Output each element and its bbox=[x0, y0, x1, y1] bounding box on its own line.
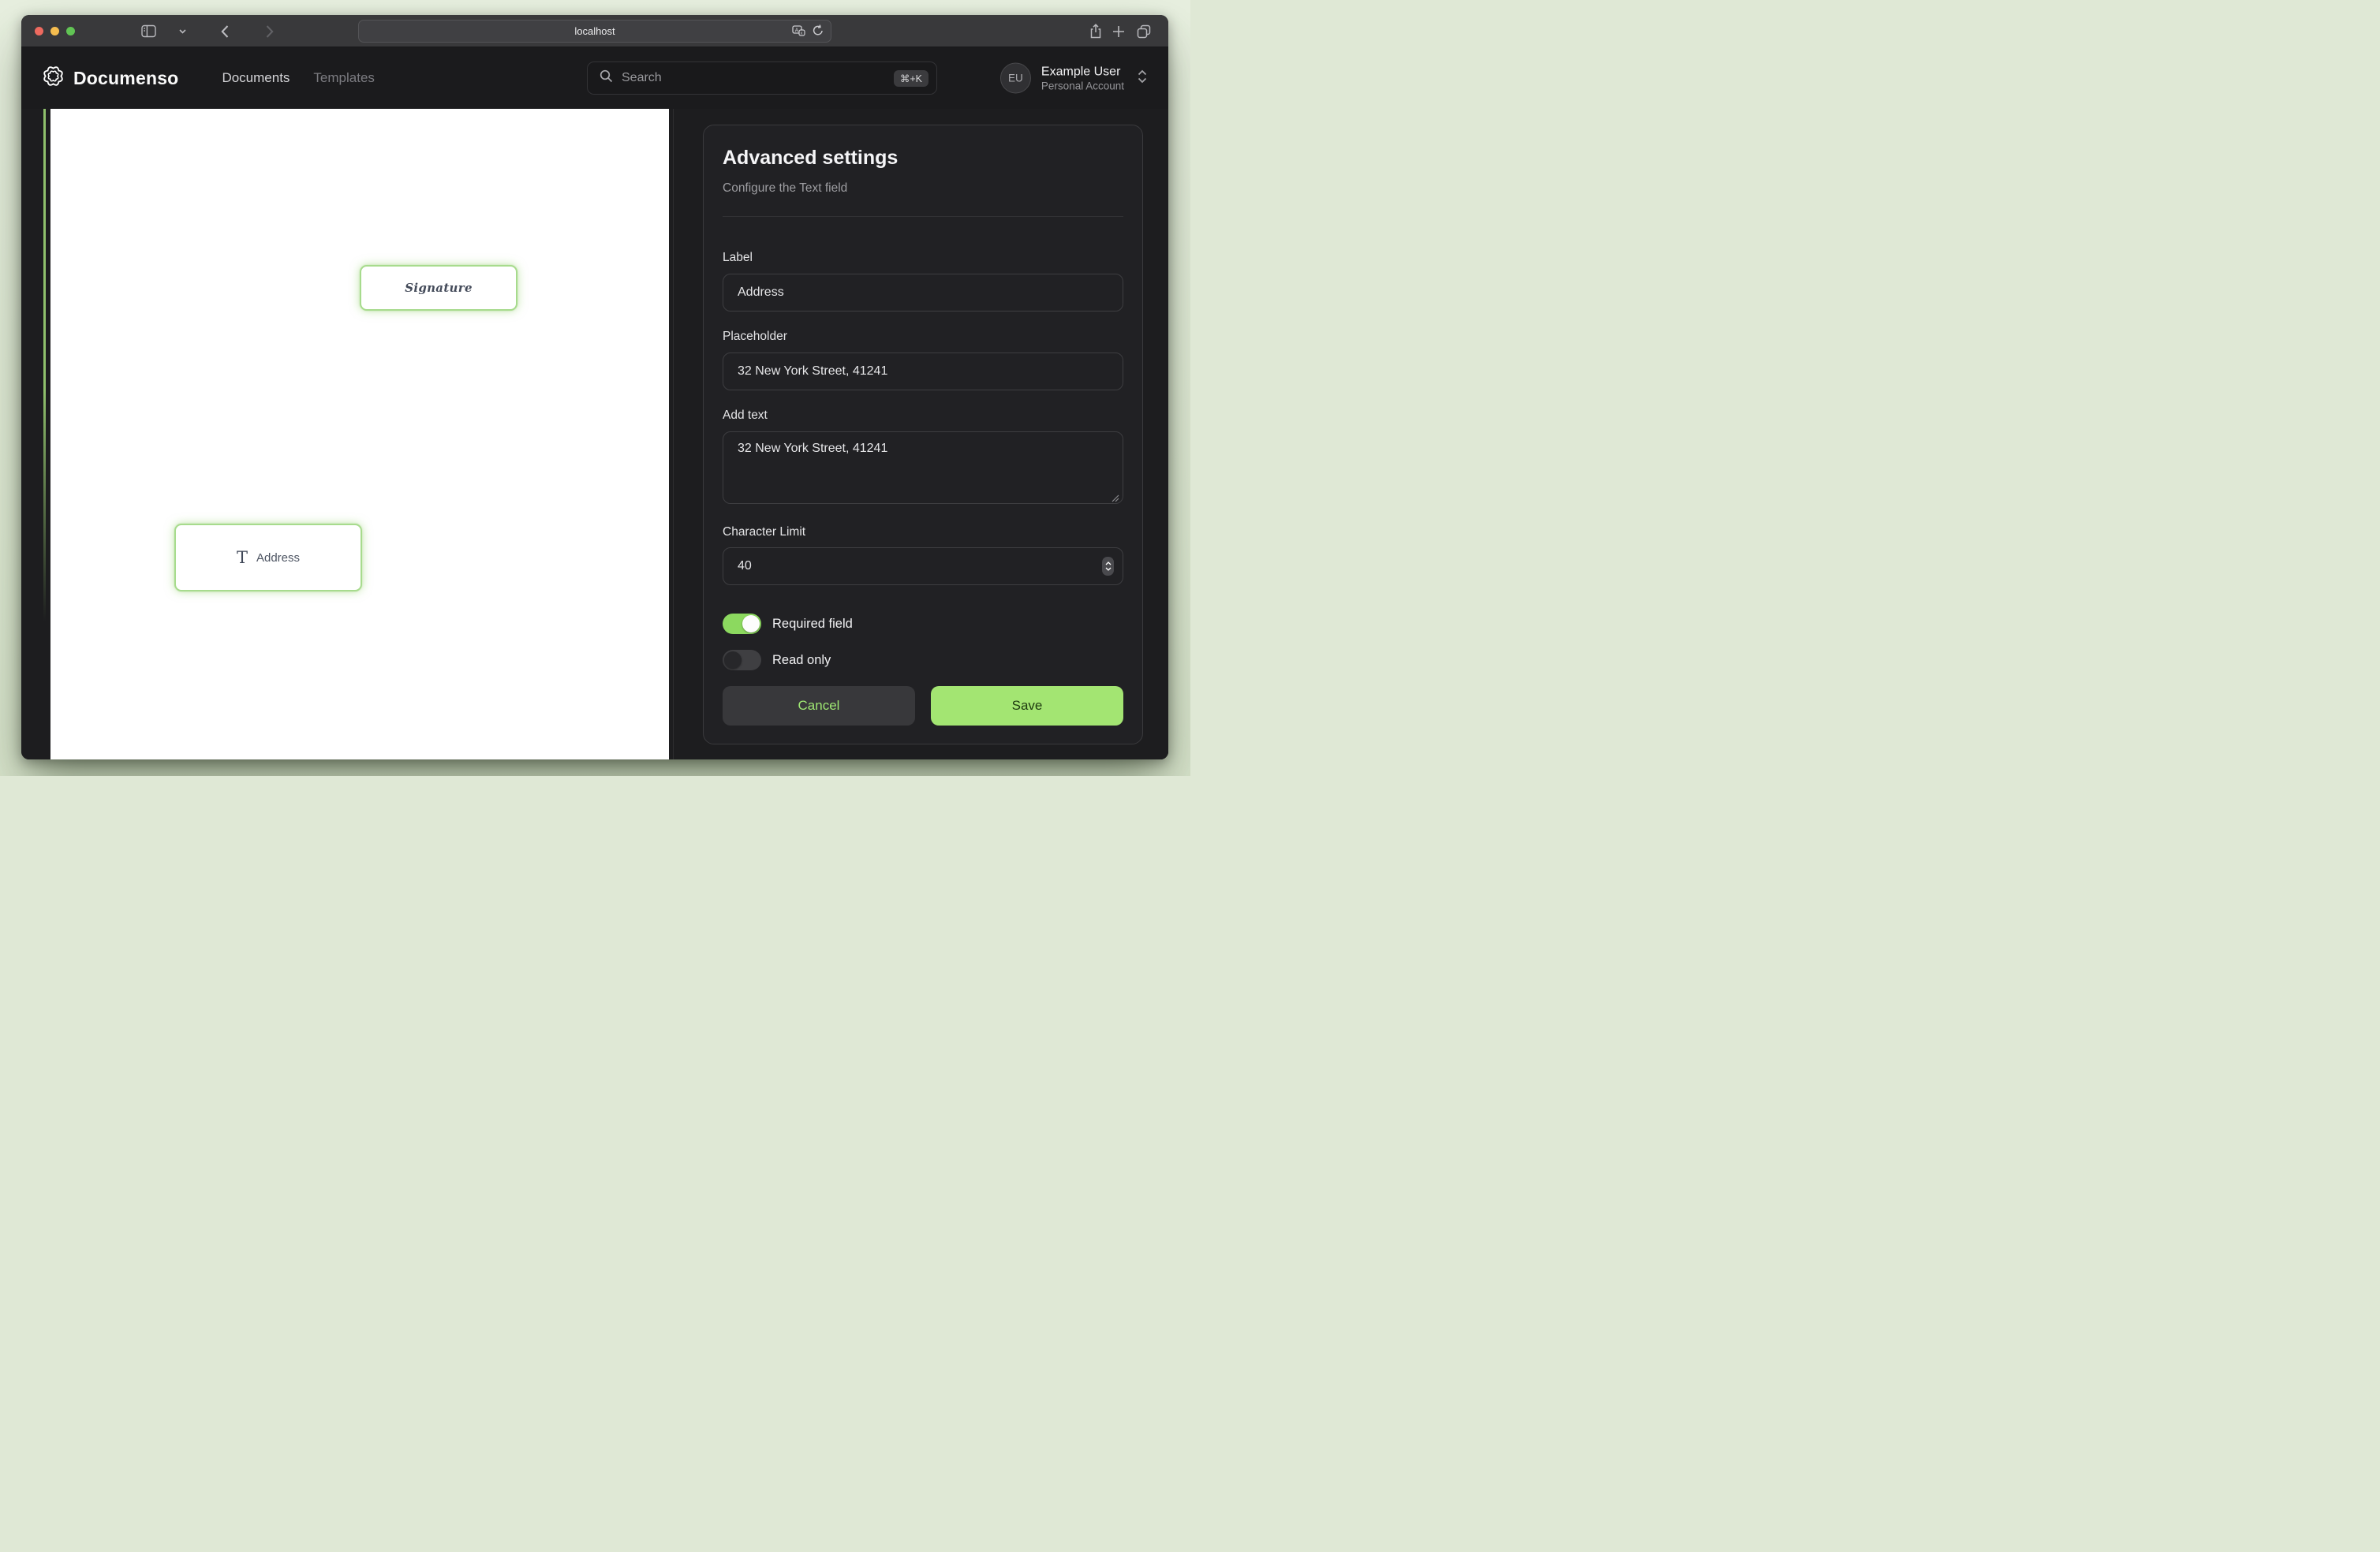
character-limit-label: Character Limit bbox=[723, 524, 1123, 539]
search-shortcut-badge: ⌘+K bbox=[894, 70, 928, 87]
number-stepper[interactable] bbox=[1102, 557, 1114, 576]
window-controls bbox=[35, 27, 75, 35]
required-field-toggle[interactable] bbox=[723, 614, 761, 634]
panel-divider bbox=[723, 216, 1123, 217]
nav-item-templates[interactable]: Templates bbox=[313, 70, 374, 86]
account-name: Example User bbox=[1041, 64, 1124, 79]
brand-name: Documenso bbox=[73, 68, 178, 89]
search-placeholder: Search bbox=[622, 71, 894, 85]
new-tab-icon[interactable] bbox=[1112, 15, 1125, 47]
toggle-thumb bbox=[724, 651, 742, 669]
reload-icon[interactable] bbox=[813, 24, 824, 40]
nav-item-documents[interactable]: Documents bbox=[222, 70, 290, 86]
svg-text:x: x bbox=[801, 31, 803, 35]
add-text-textarea[interactable]: 32 New York Street, 41241 bbox=[723, 431, 1123, 504]
share-icon[interactable] bbox=[1089, 15, 1102, 47]
translate-icon[interactable]: A x bbox=[792, 25, 805, 40]
document-area: Signature T Address bbox=[21, 109, 673, 759]
browser-window: localhost A x bbox=[21, 15, 1168, 759]
desktop: localhost A x bbox=[0, 0, 1190, 776]
close-window-button[interactable] bbox=[35, 27, 43, 35]
account-texts: Example User Personal Account bbox=[1041, 64, 1124, 92]
panel-actions: Cancel Save bbox=[723, 686, 1123, 726]
add-text-wrap: 32 New York Street, 41241 bbox=[723, 431, 1123, 504]
address-bar[interactable]: localhost A x bbox=[358, 20, 831, 43]
search-icon bbox=[600, 69, 613, 87]
save-button[interactable]: Save bbox=[931, 686, 1123, 726]
chevron-up-down-icon bbox=[1138, 69, 1147, 87]
app-header: Documenso Documents Templates Search ⌘+K… bbox=[21, 47, 1168, 109]
avatar: EU bbox=[1000, 63, 1031, 94]
panel-title: Advanced settings bbox=[723, 146, 1123, 170]
label-field-label: Label bbox=[723, 250, 1123, 265]
document-page: Signature T Address bbox=[50, 109, 669, 759]
main-nav: Documents Templates bbox=[222, 70, 374, 86]
signature-field-label: Signature bbox=[405, 281, 473, 295]
text-type-icon: T bbox=[237, 548, 248, 567]
advanced-settings-card: Advanced settings Configure the Text fie… bbox=[703, 125, 1143, 744]
read-only-row: Read only bbox=[723, 650, 1123, 670]
cancel-button[interactable]: Cancel bbox=[723, 686, 915, 726]
placeholder-field-label: Placeholder bbox=[723, 329, 1123, 344]
label-input[interactable] bbox=[723, 274, 1123, 312]
minimize-window-button[interactable] bbox=[50, 27, 59, 35]
required-field-label: Required field bbox=[772, 617, 853, 632]
add-text-field-label: Add text bbox=[723, 408, 1123, 423]
resize-handle-icon[interactable] bbox=[1112, 492, 1119, 500]
read-only-label: Read only bbox=[772, 653, 831, 668]
zoom-window-button[interactable] bbox=[66, 27, 75, 35]
character-limit-input[interactable] bbox=[723, 547, 1123, 585]
account-menu[interactable]: EU Example User Personal Account bbox=[1000, 63, 1147, 94]
sidebar-toggle-icon[interactable] bbox=[141, 15, 157, 47]
tab-overview-icon[interactable] bbox=[1137, 15, 1151, 47]
text-field-label: Address bbox=[256, 551, 300, 565]
brand[interactable]: Documenso bbox=[42, 65, 178, 91]
required-field-row: Required field bbox=[723, 614, 1123, 634]
svg-text:A: A bbox=[795, 28, 799, 33]
placeholder-input[interactable] bbox=[723, 353, 1123, 390]
read-only-toggle[interactable] bbox=[723, 650, 761, 670]
character-limit-wrap bbox=[723, 547, 1123, 585]
signature-field[interactable]: Signature bbox=[360, 265, 517, 311]
app-body: Signature T Address Advanced settings Co… bbox=[21, 109, 1168, 759]
account-type: Personal Account bbox=[1041, 79, 1124, 92]
documenso-logo-icon bbox=[42, 65, 65, 91]
document-progress-line bbox=[43, 109, 46, 621]
toggle-thumb bbox=[742, 615, 760, 632]
url-text: localhost bbox=[574, 25, 615, 37]
settings-sidebar: Advanced settings Configure the Text fie… bbox=[673, 109, 1168, 759]
forward-icon[interactable] bbox=[266, 15, 274, 47]
sidebar-chevron-icon[interactable] bbox=[179, 15, 186, 47]
panel-subtitle: Configure the Text field bbox=[723, 181, 1123, 196]
back-icon[interactable] bbox=[221, 15, 229, 47]
search-input[interactable]: Search ⌘+K bbox=[587, 62, 937, 95]
text-field-address[interactable]: T Address bbox=[174, 524, 362, 591]
address-bar-actions: A x bbox=[792, 24, 824, 40]
browser-toolbar: localhost A x bbox=[21, 15, 1168, 47]
